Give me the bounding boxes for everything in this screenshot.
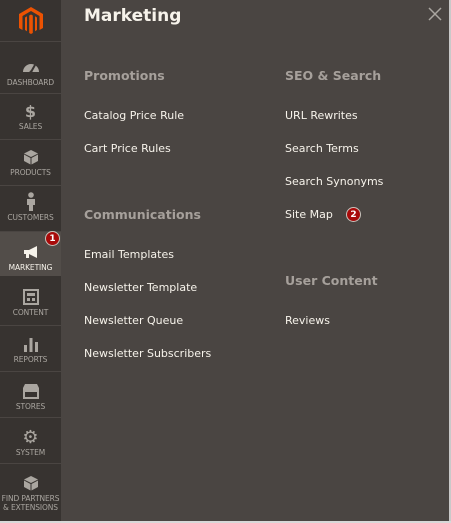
sidebar-item-label: REPORTS [13, 355, 48, 364]
panel-title: Marketing [84, 6, 182, 26]
marketing-step-badge: 1 [45, 231, 60, 246]
sidebar-separator [0, 185, 61, 186]
person-icon [21, 191, 41, 213]
group-title-user-content: User Content [285, 273, 378, 288]
sidebar-item-label: SALES [18, 122, 43, 131]
cube-icon [21, 146, 41, 168]
sidebar-item-reports[interactable]: REPORTS [0, 333, 61, 365]
site-map-step-badge: 2 [346, 207, 361, 222]
megaphone-icon [21, 241, 41, 263]
storefront-icon [21, 380, 41, 402]
close-icon[interactable] [428, 6, 442, 21]
marketing-flyout: Marketing Promotions Catalog Price Rule … [61, 0, 451, 523]
partners-cube-icon [21, 472, 41, 494]
sidebar-item-customers[interactable]: CUSTOMERS [0, 191, 61, 223]
link-search-synonyms[interactable]: Search Synonyms [285, 175, 383, 188]
dashboard-icon [21, 56, 41, 78]
link-newsletter-template[interactable]: Newsletter Template [84, 281, 197, 294]
sidebar-separator [0, 463, 61, 464]
gear-icon: ⚙ [22, 426, 39, 448]
link-site-map[interactable]: Site Map [285, 208, 333, 221]
link-reviews[interactable]: Reviews [285, 314, 330, 327]
group-title-promotions: Promotions [84, 68, 165, 83]
sidebar-separator [0, 93, 61, 94]
link-email-templates[interactable]: Email Templates [84, 248, 174, 261]
sidebar-separator [0, 417, 61, 418]
sidebar-separator [0, 325, 61, 326]
sidebar-separator [0, 371, 61, 372]
sidebar-item-label: PRODUCTS [10, 168, 51, 177]
sidebar-item-sales[interactable]: $ SALES [0, 100, 61, 132]
link-cart-price-rules[interactable]: Cart Price Rules [84, 142, 171, 155]
bar-chart-icon [21, 333, 41, 355]
admin-sidebar: DASHBOARD $ SALES PRODUCTS CUSTOMERS MAR… [0, 0, 61, 523]
sidebar-item-label: DASHBOARD [6, 78, 55, 87]
sidebar-item-content[interactable]: CONTENT [0, 286, 61, 318]
dollar-icon: $ [24, 101, 37, 121]
sidebar-item-label: CONTENT [12, 308, 49, 317]
sidebar-separator [0, 139, 61, 140]
link-newsletter-queue[interactable]: Newsletter Queue [84, 314, 183, 327]
sidebar-separator [0, 41, 61, 42]
magento-logo[interactable] [0, 0, 61, 41]
sidebar-item-label: FIND PARTNERS [1, 494, 60, 503]
sidebar-item-system[interactable]: ⚙ SYSTEM [0, 426, 61, 458]
layout-icon [21, 286, 41, 308]
sidebar-item-label: CUSTOMERS [7, 213, 54, 222]
group-title-seo-search: SEO & Search [285, 68, 382, 83]
sidebar-item-label: STORES [15, 402, 46, 411]
magento-logo-icon [18, 6, 43, 34]
sidebar-item-dashboard[interactable]: DASHBOARD [0, 56, 61, 88]
sidebar-item-label: & EXTENSIONS [3, 503, 58, 512]
link-newsletter-subscribers[interactable]: Newsletter Subscribers [84, 347, 211, 360]
link-catalog-price-rule[interactable]: Catalog Price Rule [84, 109, 184, 122]
link-search-terms[interactable]: Search Terms [285, 142, 359, 155]
group-title-communications: Communications [84, 207, 201, 222]
sidebar-item-products[interactable]: PRODUCTS [0, 146, 61, 178]
sidebar-item-label: MARKETING [8, 263, 53, 272]
sidebar-item-label: SYSTEM [15, 448, 46, 457]
sidebar-item-stores[interactable]: STORES [0, 380, 61, 412]
sidebar-item-find-partners[interactable]: FIND PARTNERS & EXTENSIONS [0, 472, 61, 514]
link-url-rewrites[interactable]: URL Rewrites [285, 109, 358, 122]
